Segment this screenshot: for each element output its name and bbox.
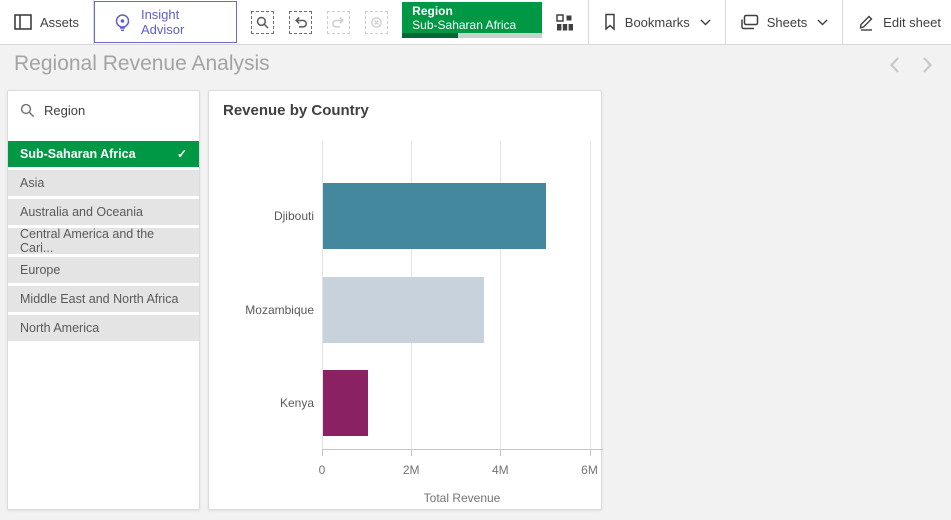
region-filter-panel: Region Sub-Saharan Africa ✓ Asia Australia … bbox=[7, 90, 200, 510]
assets-panel-icon bbox=[14, 14, 32, 30]
listbox-title: Region bbox=[44, 103, 85, 118]
x-tick-label: 6M bbox=[570, 463, 610, 477]
bar-djibouti[interactable] bbox=[323, 183, 546, 249]
sheets-label: Sheets bbox=[767, 15, 807, 30]
bookmark-icon bbox=[603, 13, 617, 31]
listbox-search[interactable]: Region bbox=[8, 91, 199, 129]
edit-sheet-label: Edit sheet bbox=[883, 15, 941, 30]
chart-title: Revenue by Country bbox=[223, 102, 369, 119]
plot-right-border bbox=[602, 141, 603, 449]
selected-check-icon: ✓ bbox=[177, 147, 187, 161]
previous-sheet-icon[interactable] bbox=[889, 56, 900, 74]
listbox-item[interactable]: North America bbox=[8, 315, 199, 341]
x-tick-label: 0 bbox=[302, 463, 342, 477]
insight-advisor-button[interactable]: Insight Advisor bbox=[94, 1, 237, 43]
listbox-item[interactable]: Europe bbox=[8, 257, 199, 283]
selection-chip-field: Region bbox=[412, 5, 532, 18]
listbox-item[interactable]: Asia bbox=[8, 170, 199, 196]
toolbar: Assets Insight Advisor bbox=[0, 0, 951, 45]
axis-tick bbox=[590, 449, 591, 456]
x-tick-label: 4M bbox=[480, 463, 520, 477]
listbox-item[interactable]: Central America and the Cari... bbox=[8, 228, 199, 254]
listbox-item-label: Australia and Oceania bbox=[20, 205, 143, 219]
listbox-item[interactable]: Sub-Saharan Africa ✓ bbox=[8, 141, 199, 167]
bar-mozambique[interactable] bbox=[323, 277, 484, 343]
edit-sheet-button[interactable]: Edit sheet bbox=[843, 0, 951, 44]
sheet-header: Regional Revenue Analysis bbox=[0, 46, 951, 85]
x-axis-title: Total Revenue bbox=[322, 491, 602, 505]
assets-button[interactable]: Assets bbox=[0, 0, 93, 44]
selection-chip-progress bbox=[402, 33, 542, 38]
axis-tick bbox=[411, 449, 412, 456]
x-tick-label: 2M bbox=[391, 463, 431, 477]
chevron-down-icon bbox=[700, 19, 711, 26]
app-window: Assets Insight Advisor bbox=[0, 0, 951, 520]
x-axis-line bbox=[322, 449, 603, 450]
bookmarks-button[interactable]: Bookmarks bbox=[589, 0, 725, 44]
listbox-item[interactable]: Australia and Oceania bbox=[8, 199, 199, 225]
listbox-item-label: Sub-Saharan Africa bbox=[20, 147, 136, 161]
clear-selections-icon[interactable] bbox=[365, 11, 388, 34]
insight-advisor-label: Insight Advisor bbox=[141, 7, 218, 37]
category-label: Mozambique bbox=[214, 277, 314, 343]
revenue-by-country-chart[interactable]: Revenue by Country 02M4M6MDjiboutiMozamb… bbox=[208, 90, 602, 510]
gridline bbox=[590, 141, 591, 449]
assets-label: Assets bbox=[40, 15, 79, 30]
sheet-grid-button[interactable] bbox=[542, 0, 588, 44]
sheets-icon bbox=[740, 14, 759, 30]
undo-selection-icon[interactable] bbox=[289, 11, 312, 34]
selection-chip-region[interactable]: Region Sub-Saharan Africa bbox=[402, 2, 542, 38]
pencil-icon bbox=[857, 13, 875, 31]
next-sheet-icon[interactable] bbox=[922, 56, 933, 74]
chevron-down-icon bbox=[817, 19, 828, 26]
selection-tools bbox=[237, 0, 402, 44]
bar-kenya[interactable] bbox=[323, 370, 368, 436]
sheet-title: Regional Revenue Analysis bbox=[14, 52, 270, 76]
grid-icon bbox=[556, 14, 574, 31]
redo-selection-icon[interactable] bbox=[327, 11, 350, 34]
bookmarks-label: Bookmarks bbox=[625, 15, 690, 30]
insight-advisor-bulb-icon bbox=[113, 13, 132, 32]
sheets-button[interactable]: Sheets bbox=[726, 0, 842, 44]
axis-tick bbox=[500, 449, 501, 456]
selection-chip-value: Sub-Saharan Africa bbox=[412, 18, 532, 32]
search-icon bbox=[20, 103, 35, 118]
smart-search-icon[interactable] bbox=[251, 11, 274, 34]
category-label: Kenya bbox=[214, 370, 314, 436]
listbox-item-label: Asia bbox=[20, 176, 44, 190]
listbox-item-label: North America bbox=[20, 321, 99, 335]
listbox-item-label: Middle East and North Africa bbox=[20, 292, 178, 306]
listbox-rows: Sub-Saharan Africa ✓ Asia Australia and Oce… bbox=[8, 141, 199, 344]
listbox-item[interactable]: Middle East and North Africa bbox=[8, 286, 199, 312]
category-label: Djibouti bbox=[214, 183, 314, 249]
listbox-item-label: Central America and the Cari... bbox=[20, 227, 187, 255]
listbox-item-label: Europe bbox=[20, 263, 60, 277]
axis-tick bbox=[322, 449, 323, 456]
